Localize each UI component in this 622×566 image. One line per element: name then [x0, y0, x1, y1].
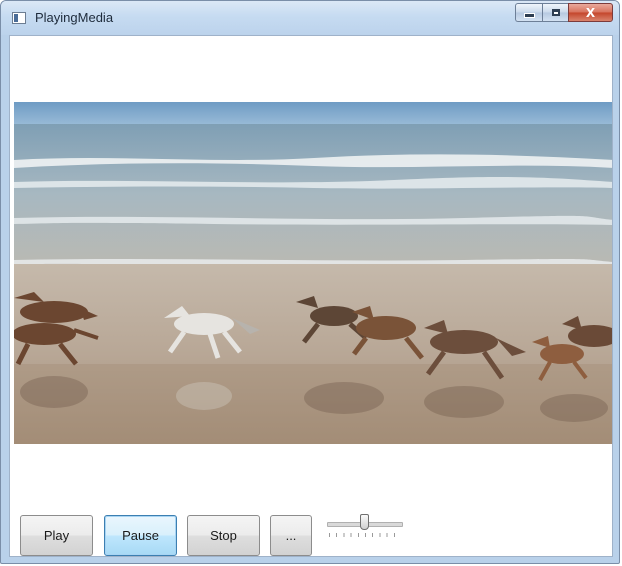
- browse-button[interactable]: ...: [270, 515, 312, 556]
- maximize-icon: [551, 9, 560, 16]
- maximize-button[interactable]: [542, 3, 568, 22]
- caption-buttons: X: [515, 3, 613, 23]
- minimize-button[interactable]: [515, 3, 542, 22]
- close-button[interactable]: X: [568, 3, 613, 22]
- media-element[interactable]: [14, 102, 612, 444]
- slider-thumb[interactable]: [360, 514, 369, 530]
- volume-slider[interactable]: [327, 511, 403, 545]
- close-icon: X: [585, 5, 596, 20]
- app-window: PlayingMedia X Play Pause Stop ...: [0, 0, 620, 564]
- title-bar[interactable]: PlayingMedia X: [1, 1, 619, 35]
- client-area: Play Pause Stop ...: [9, 35, 613, 557]
- slider-ticks: [329, 533, 401, 537]
- app-window-icon: [12, 12, 26, 24]
- play-button[interactable]: Play: [20, 515, 93, 556]
- video-frame: [14, 102, 612, 444]
- minimize-icon: [523, 13, 535, 18]
- window-title: PlayingMedia: [35, 10, 114, 25]
- stop-button[interactable]: Stop: [187, 515, 260, 556]
- pause-button[interactable]: Pause: [104, 515, 177, 556]
